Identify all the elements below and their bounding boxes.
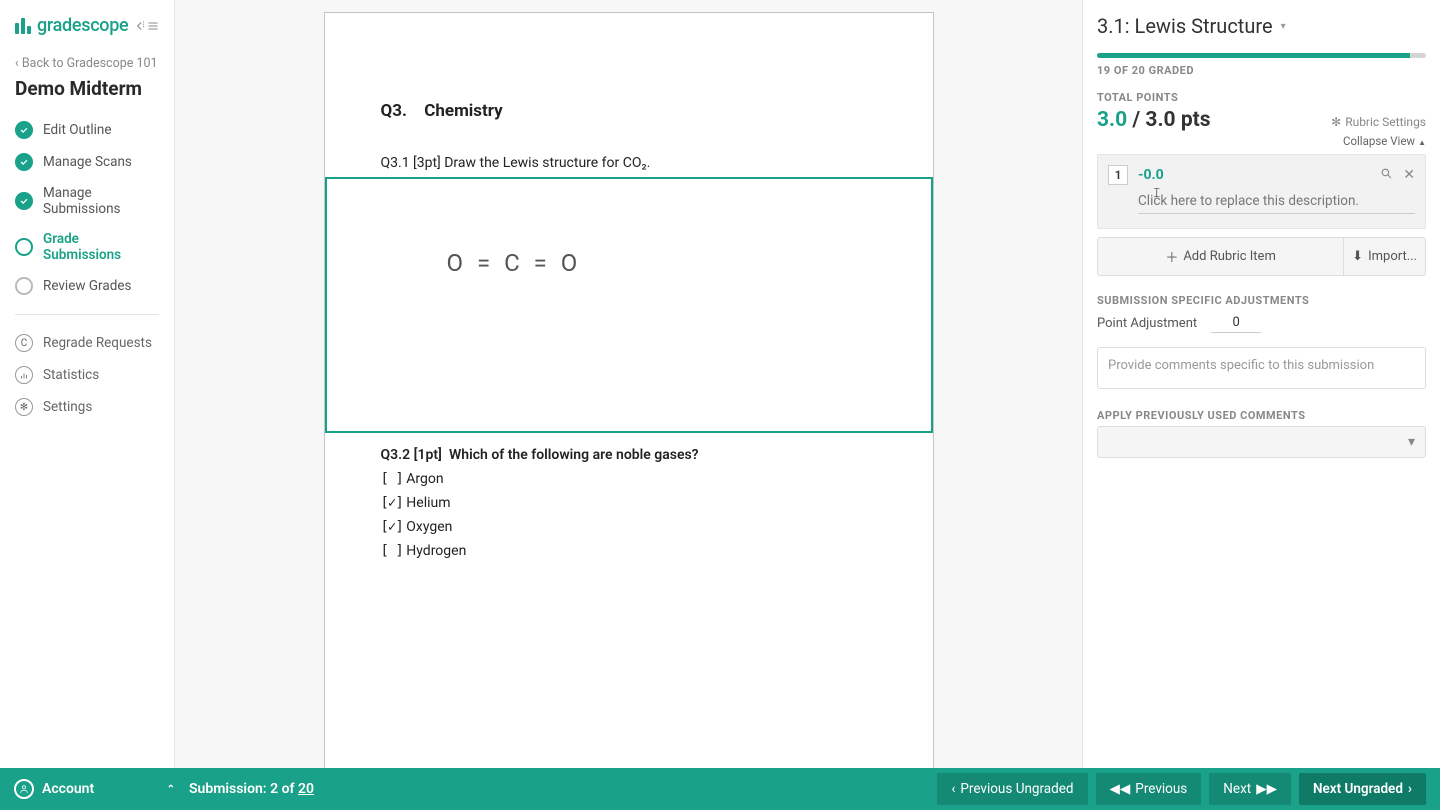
- nav-label: Regrade Requests: [43, 335, 152, 351]
- double-chevron-right-icon: ▶▶: [1256, 781, 1277, 797]
- circle-icon: [15, 277, 33, 295]
- submission-counter: Submission: 2 of 20: [189, 781, 314, 797]
- check-icon: [15, 153, 33, 171]
- points-display: 3.0 / 3.0 pts: [1097, 108, 1211, 132]
- download-icon: ⬇: [1352, 249, 1363, 264]
- nav-grade-submissions[interactable]: Grade Submissions: [15, 224, 159, 270]
- chevron-up-icon: ⌃: [167, 784, 175, 795]
- text-cursor-icon: 𝙸: [1152, 185, 1153, 201]
- option-d: [ ] Hydrogen: [381, 543, 877, 559]
- search-icon[interactable]: [1380, 167, 1393, 184]
- logo-icon: [15, 18, 31, 34]
- question-selector[interactable]: 3.1: Lewis Structure ▾: [1097, 14, 1426, 38]
- grading-panel: 3.1: Lewis Structure ▾ 19 OF 20 GRADED T…: [1082, 0, 1440, 768]
- nav-settings[interactable]: ✻ Settings: [15, 391, 159, 423]
- previous-button[interactable]: ◀◀ Previous: [1096, 773, 1202, 805]
- nav-manage-scans[interactable]: Manage Scans: [15, 146, 159, 178]
- close-icon[interactable]: ✕: [1403, 167, 1415, 184]
- option-a: [ ] Argon: [381, 471, 877, 487]
- point-adjustment-label: Point Adjustment: [1097, 316, 1197, 331]
- sidebar-collapse-button[interactable]: [133, 19, 159, 33]
- nav-statistics[interactable]: Statistics: [15, 359, 159, 391]
- back-link[interactable]: ‹ Back to Gradescope 101: [15, 56, 159, 71]
- check-icon: [15, 121, 33, 139]
- nav-label: Review Grades: [43, 278, 131, 294]
- regrade-icon: C: [15, 334, 33, 352]
- import-label: Import...: [1368, 249, 1417, 264]
- account-menu[interactable]: Account ⌃: [14, 779, 175, 799]
- course-title: Demo Midterm: [15, 77, 159, 100]
- submission-viewer[interactable]: Q3. Chemistry Q3.1 [3pt] Draw the Lewis …: [175, 0, 1082, 768]
- nav-label: Grade Submissions: [43, 231, 159, 263]
- rubric-item-description[interactable]: 𝙸 Click here to replace this description…: [1138, 193, 1415, 214]
- plus-icon: ＋: [1165, 247, 1178, 266]
- nav-manage-submissions[interactable]: Manage Submissions: [15, 178, 159, 224]
- nav-label: Statistics: [43, 367, 99, 383]
- rubric-settings-label: Rubric Settings: [1345, 115, 1426, 129]
- prev-comments-label: APPLY PREVIOUSLY USED COMMENTS: [1097, 409, 1426, 422]
- account-label: Account: [42, 781, 94, 797]
- collapse-view-toggle[interactable]: Collapse View: [1097, 134, 1426, 148]
- nav-label: Manage Scans: [43, 154, 132, 170]
- progress-fill: [1097, 53, 1410, 58]
- sidebar: gradescope ‹ Back to Gradescope 101 Demo…: [0, 0, 175, 768]
- q3-2-options: [ ] Argon [✓] Helium [✓] Oxygen [ ] Hydr…: [381, 471, 877, 559]
- chevron-left-icon: ‹: [951, 781, 955, 797]
- q3-2-prompt: Q3.2 [1pt] Which of the following are no…: [381, 447, 877, 463]
- progress-text: 19 OF 20 GRADED: [1097, 64, 1426, 77]
- next-button[interactable]: Next ▶▶: [1209, 773, 1291, 805]
- logo[interactable]: gradescope: [15, 15, 128, 36]
- chevron-down-icon: ▾: [1281, 21, 1286, 32]
- q3-1-answer-region[interactable]: O = C = O: [325, 177, 933, 433]
- rubric-item-number[interactable]: 1: [1108, 165, 1128, 185]
- nav-label: Manage Submissions: [43, 185, 159, 217]
- nav-regrade-requests[interactable]: C Regrade Requests: [15, 327, 159, 359]
- prev-comments-select[interactable]: ▾: [1097, 426, 1426, 458]
- chevron-right-icon: ›: [1408, 781, 1412, 797]
- gear-icon: ✻: [1331, 115, 1341, 129]
- adjustments-label: SUBMISSION SPECIFIC ADJUSTMENTS: [1097, 294, 1426, 307]
- add-rubric-label: Add Rubric Item: [1183, 249, 1276, 264]
- nav-edit-outline[interactable]: Edit Outline: [15, 114, 159, 146]
- total-points-label: TOTAL POINTS: [1097, 91, 1426, 104]
- footer-bar: Account ⌃ Submission: 2 of 20 ‹ Previous…: [0, 768, 1440, 810]
- points-earned: 3.0: [1097, 108, 1127, 132]
- gear-icon: ✻: [15, 398, 33, 416]
- points-total: / 3.0 pts: [1127, 108, 1210, 132]
- next-ungraded-button[interactable]: Next Ungraded ›: [1299, 773, 1426, 805]
- rubric-item-1[interactable]: 1 -0.0 ✕ 𝙸 Click here to replace this de…: [1097, 154, 1426, 229]
- nav-label: Settings: [43, 399, 92, 415]
- progress-bar: [1097, 53, 1426, 58]
- add-rubric-item-button[interactable]: ＋ Add Rubric Item: [1097, 237, 1344, 276]
- submission-comment-input[interactable]: Provide comments specific to this submis…: [1097, 347, 1426, 389]
- statistics-icon: [15, 366, 33, 384]
- nav-review-grades[interactable]: Review Grades: [15, 270, 159, 302]
- option-c: [✓] Oxygen: [381, 519, 877, 535]
- nav-label: Edit Outline: [43, 122, 112, 138]
- brand-name: gradescope: [37, 15, 128, 36]
- nav-steps: Edit Outline Manage Scans Manage Submiss…: [15, 114, 159, 302]
- option-b: [✓] Helium: [381, 495, 877, 511]
- rubric-settings-link[interactable]: ✻ Rubric Settings: [1331, 115, 1426, 129]
- exam-page: Q3. Chemistry Q3.1 [3pt] Draw the Lewis …: [324, 12, 934, 768]
- double-chevron-left-icon: ◀◀: [1110, 781, 1131, 797]
- q3-heading: Q3. Chemistry: [381, 101, 877, 121]
- question-title: 3.1: Lewis Structure: [1097, 14, 1273, 38]
- check-icon: [15, 192, 33, 210]
- q3-1-prompt: Q3.1 [3pt] Draw the Lewis structure for …: [381, 155, 877, 171]
- divider: [15, 314, 159, 315]
- q3-1-answer: O = C = O: [447, 249, 582, 277]
- user-icon: [14, 779, 34, 799]
- submission-total-link[interactable]: 20: [298, 781, 314, 797]
- chevron-down-icon: ▾: [1408, 434, 1415, 450]
- rubric-item-points[interactable]: -0.0: [1138, 167, 1164, 183]
- import-rubric-button[interactable]: ⬇ Import...: [1344, 237, 1426, 276]
- point-adjustment-input[interactable]: [1211, 313, 1261, 333]
- circle-icon: [15, 238, 33, 256]
- previous-ungraded-button[interactable]: ‹ Previous Ungraded: [937, 773, 1087, 805]
